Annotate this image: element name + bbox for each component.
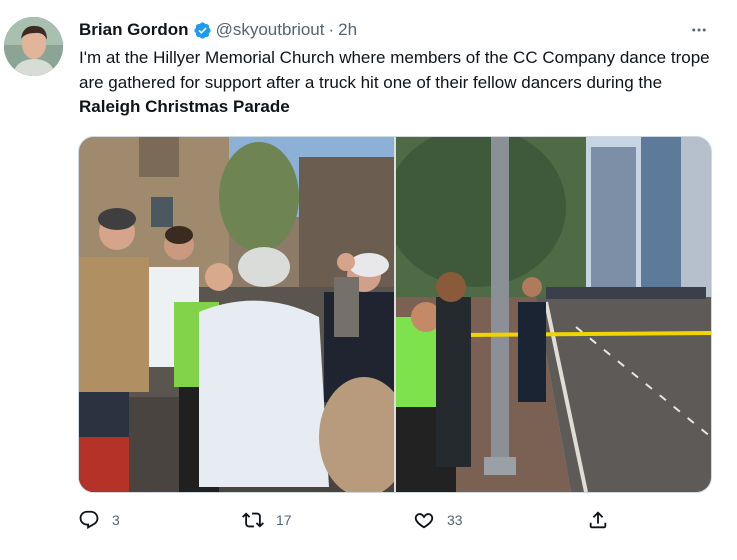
avatar[interactable] [4,17,63,76]
tweet[interactable]: Brian Gordon @skyoutbriout · 2h I'm at t… [0,0,737,560]
verified-icon [193,21,212,40]
author-handle[interactable]: @skyoutbriout [216,20,325,40]
tweet-text: I'm at the Hillyer Memorial Church where… [79,46,719,120]
separator-dot: · [328,20,335,39]
retweet-icon [242,509,264,531]
tweet-actions: 3 17 33 [78,506,618,534]
reply-button[interactable]: 3 [78,506,120,534]
retweet-button[interactable]: 17 [242,506,292,534]
tweet-text-hashtag-phrase: Raleigh Christmas Parade [79,97,290,116]
retweet-count: 17 [276,512,292,528]
reply-count: 3 [112,512,120,528]
tweet-media[interactable] [78,136,712,493]
like-button[interactable]: 33 [413,506,463,534]
tweet-header: Brian Gordon @skyoutbriout · 2h [79,19,357,41]
reply-icon [78,509,100,531]
like-icon [413,509,435,531]
more-icon[interactable] [686,20,712,40]
share-icon [587,509,609,531]
photo-street-embrace[interactable] [396,137,711,492]
timestamp[interactable]: 2h [338,20,357,40]
photo-church-gathering[interactable] [79,137,394,492]
author-name[interactable]: Brian Gordon [79,20,189,40]
share-button[interactable] [587,506,609,534]
like-count: 33 [447,512,463,528]
tweet-text-main: I'm at the Hillyer Memorial Church where… [79,48,710,92]
